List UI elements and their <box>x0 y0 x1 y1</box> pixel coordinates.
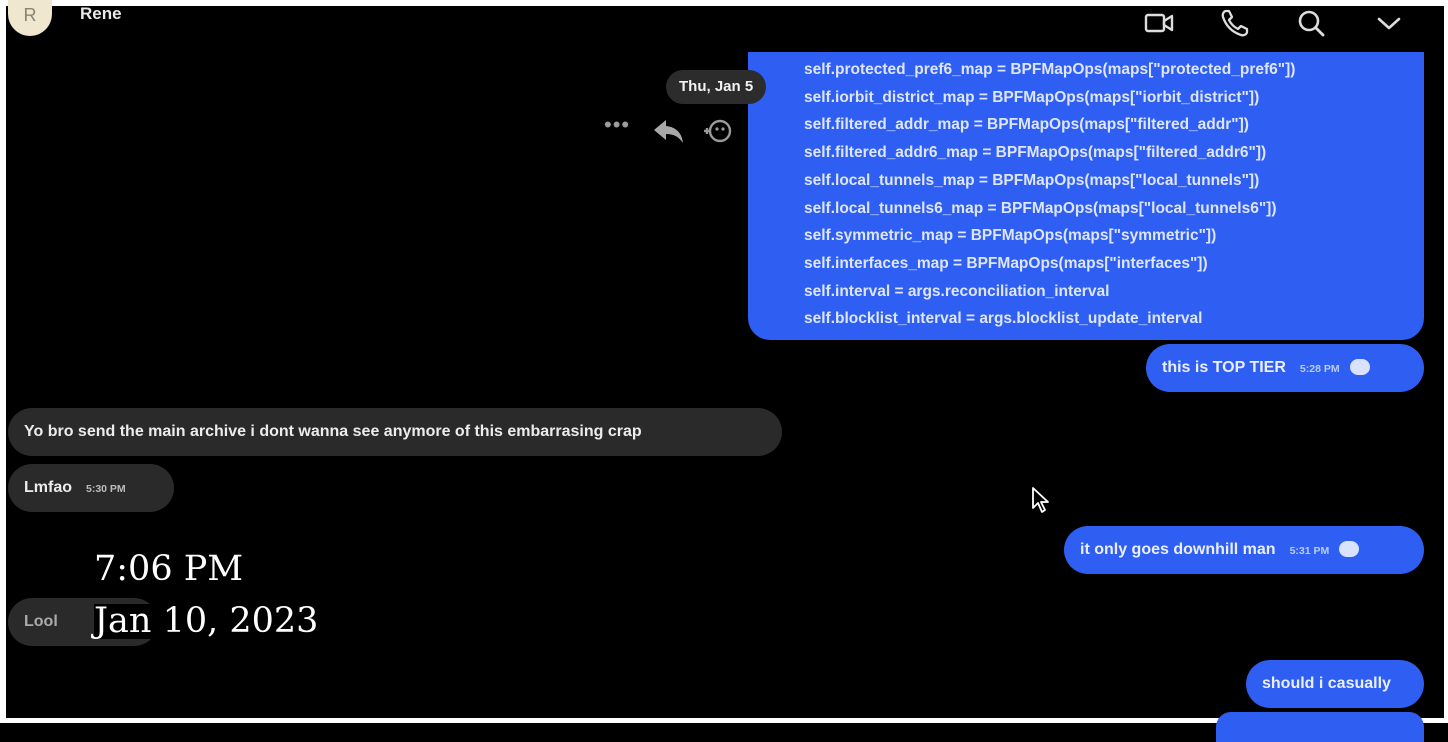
contact-avatar[interactable]: R <box>8 0 52 36</box>
outgoing-message[interactable]: should i casually <box>1246 660 1424 708</box>
message-time: 5:31 PM <box>1289 545 1330 557</box>
seen-receipt-icon <box>1349 358 1370 375</box>
date-separator: Thu, Jan 5 <box>666 70 767 104</box>
message-text: Lmfao <box>24 479 72 496</box>
react-emoji-icon[interactable] <box>700 112 736 148</box>
code-line: self.iorbit_district_map = BPFMapOps(map… <box>804 88 1260 106</box>
mouse-cursor-icon <box>1030 486 1052 514</box>
frame-border-right <box>1444 0 1448 723</box>
message-text: Lool <box>24 613 58 630</box>
search-icon[interactable] <box>1294 6 1328 40</box>
outgoing-message[interactable]: it only goes downhill man 5:31 PM <box>1064 526 1424 574</box>
avatar-initial: R <box>23 5 37 25</box>
chevron-down-icon[interactable] <box>1372 6 1406 40</box>
message-text: Yo bro send the main archive i dont wann… <box>24 423 642 440</box>
code-message-bubble[interactable]: self.protected_pref6_map = BPFMapOps(map… <box>748 52 1424 340</box>
seen-receipt-icon <box>1339 540 1360 557</box>
code-line: self.interval = args.reconciliation_inte… <box>804 282 1110 300</box>
code-line: self.symmetric_map = BPFMapOps(maps["sym… <box>804 227 1217 245</box>
code-line: self.protected_pref6_map = BPFMapOps(map… <box>804 61 1296 78</box>
frame-border-left <box>0 0 6 723</box>
message-time: 5:30 PM <box>86 483 126 495</box>
outgoing-message-partial[interactable] <box>1216 712 1424 742</box>
phone-icon[interactable] <box>1218 6 1252 40</box>
incoming-message[interactable]: Yo bro send the main archive i dont wann… <box>8 408 782 456</box>
more-options-icon[interactable]: ••• <box>604 112 630 138</box>
message-time: 5:28 PM <box>1299 363 1340 375</box>
code-line: self.filtered_addr6_map = BPFMapOps(maps… <box>804 144 1267 162</box>
code-line: self.local_tunnels6_map = BPFMapOps(maps… <box>804 199 1277 217</box>
message-text: this is TOP TIER <box>1162 359 1286 376</box>
message-text: should i casually <box>1262 675 1391 692</box>
overlay-time: 7:06 PM <box>94 549 244 589</box>
code-line: self.filtered_addr_map = BPFMapOps(maps[… <box>804 116 1249 134</box>
outgoing-message[interactable]: this is TOP TIER 5:28 PM <box>1146 344 1424 392</box>
video-call-icon[interactable] <box>1142 6 1176 40</box>
code-line: self.local_tunnels_map = BPFMapOps(maps[… <box>804 171 1260 189</box>
overlay-date: Jan 10, 2023 <box>94 604 325 639</box>
code-line: self.blocklist_interval = args.blocklist… <box>804 310 1203 328</box>
message-text: it only goes downhill man <box>1080 541 1276 558</box>
reply-icon[interactable] <box>648 112 688 148</box>
contact-name[interactable]: Rene <box>80 4 122 24</box>
code-line: self.interfaces_map = BPFMapOps(maps["in… <box>804 254 1208 272</box>
incoming-message[interactable]: Lmfao 5:30 PM <box>8 464 174 512</box>
